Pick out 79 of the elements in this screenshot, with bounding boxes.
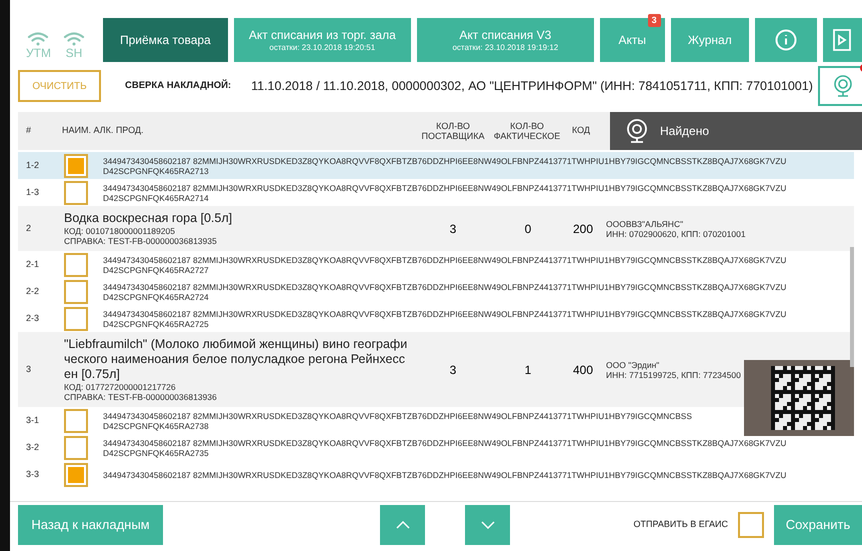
webcam-icon (626, 119, 648, 143)
product-name: Водка воскресная гора [0.5л] (64, 211, 234, 226)
tab[interactable]: Приёмка товара (102, 18, 228, 62)
mark-code: D42SCPGNFQK465RA2725 (103, 318, 209, 328)
row-number: 3-3 (25, 468, 40, 481)
webcam-icon (833, 75, 853, 97)
row-number: 2-3 (25, 312, 40, 325)
product-code-number: 400 (572, 362, 594, 378)
count-badge: 3 (648, 14, 661, 27)
info-icon (774, 29, 797, 51)
chevron-up-icon (396, 521, 410, 529)
invoice-label: СВЕРКА НАКЛАДНОЙ: (125, 78, 232, 93)
row-number: 3 (25, 362, 32, 376)
scrollbar[interactable] (850, 247, 854, 367)
row-number: 2 (25, 222, 32, 235)
certificate-ref: СПРАВКА: TEST-FB-000000036813935 (64, 236, 218, 246)
checkbox[interactable] (64, 180, 88, 204)
status-label: SH (66, 46, 82, 60)
column-header: # (25, 124, 32, 138)
row-number: 2-2 (25, 284, 40, 298)
play-icon (832, 29, 851, 51)
mark-code: D42SCPGNFQK465RA2713 (103, 166, 209, 176)
mark-code: 3449473430458602187 82MMIJH30WRXRUSDKED3Z8QYKOA8RQVVF8QXFBTZB76DDZHPI6EE8NW49OLFBNPZ4413771TWHPIU1HBY79IGCQMNCBSSTKZ8BQAJ7X68GK7VZU (103, 182, 786, 192)
checkbox[interactable] (64, 436, 88, 460)
tab-subtitle: остатки: 23.10.2018 19:19:12 (452, 42, 558, 52)
mark-code: 3449473430458602187 82MMIJH30WRXRUSDKED3Z8QYKOA8RQVVF8QXFBTZB76DDZHPI6EE8NW49OLFBNPZ4413771TWHPIU1HBY79IGCQMNCBSSTKZ8BQAJ7X68GK7VZU (103, 470, 786, 480)
mark-code: D42SCPGNFQK465RA2735 (103, 448, 209, 458)
supplier-tax-ids: ИНН: 7715199725, КПП: 77234500 (606, 370, 741, 380)
supplier-tax-ids: ИНН: 0702900620, КПП: 070201001 (606, 228, 746, 238)
supplier-name: ООО "Эрдин" (606, 360, 660, 370)
status-label: УТМ (26, 46, 51, 60)
checkbox[interactable] (64, 252, 88, 276)
send-checkbox[interactable] (738, 512, 764, 538)
invoice-details: 11.10.2018 / 11.10.2018, 0000000302, АО "ЦЕНТРИНФОРМ" (ИНН: 7841051711, КПП: 770101001) (251, 78, 813, 95)
product-code: КОД: 0010718000001189205 (64, 226, 176, 236)
chevron-down-icon (480, 521, 494, 529)
mark-code: 3449473430458602187 82MMIJH30WRXRUSDKED3Z8QYKOA8RQVVF8QXFBTZB76DDZHPI6EE8NW49OLFBNPZ4413771TWHPIU1HBY79IGCQMNCBSSTKZ8BQAJ7X68GK7VZU (103, 254, 786, 264)
checkbox[interactable] (64, 408, 88, 432)
supplier-name: ОООВВЗ"АЛЬЯНС" (606, 218, 684, 228)
supplier-quantity: 3 (448, 220, 458, 238)
row-number: 1-2 (25, 158, 40, 172)
info-button[interactable] (754, 18, 817, 62)
mark-code: 3449473430458602187 82MMIJH30WRXRUSDKED3Z8QYKOA8RQVVF8QXFBTZB76DDZHPI6EE8NW49OLFBNPZ4413771TWHPIU1HBY79IGCQMNCBSS (103, 410, 692, 420)
row-number: 3-1 (25, 414, 40, 427)
exit-button[interactable] (822, 18, 862, 62)
row-number: 1-3 (25, 186, 40, 199)
send-label: ОТПРАВИТЬ В ЕГАИС (634, 518, 728, 532)
mark-code: D42SCPGNFQK465RA2738 (103, 420, 209, 430)
qr-code-drawing (771, 366, 835, 430)
wifi-icon (62, 32, 85, 46)
checkbox[interactable] (64, 306, 88, 330)
column-header: КОД (570, 124, 592, 138)
table-row[interactable]: 1-2 3449473430458602187 82MMIJH30WRXRUSDKED3Z8QYKOA8RQVVF8QXFBTZB76DDZHPI6EE8NW49OLFBNPZ4413771TWHPIU1HBY79IGCQMNCBSSTKZ8BQAJ7X68GK7VZU D42SCPGNFQK465RA2713 (18, 152, 854, 179)
row-number: 2-1 (25, 258, 40, 271)
mark-code: 3449473430458602187 82MMIJH30WRXRUSDKED3Z8QYKOA8RQVVF8QXFBTZB76DDZHPI6EE8NW49OLFBNPZ4413771TWHPIU1HBY79IGCQMNCBSSTKZ8BQAJ7X68GK7VZU (103, 156, 786, 166)
mark-code: 3449473430458602187 82MMIJH30WRXRUSDKED3Z8QYKOA8RQVVF8QXFBTZB76DDZHPI6EE8NW49OLFBNPZ4413771TWHPIU1HBY79IGCQMNCBSSTKZ8BQAJ7X68GK7VZU (103, 282, 786, 292)
actual-quantity: 1 (524, 362, 532, 378)
column-header: НАИМ. АЛК. ПРОД. (62, 124, 144, 138)
column-header: КОЛ-ВО ФАКТИЧЕСКОЕ (492, 121, 562, 141)
column-header: КОЛ-ВО ПОСТАВЩИКА (420, 121, 486, 141)
mark-code: D42SCPGNFQK465RA2727 (103, 264, 209, 274)
product-name: "Liebfraumilch" (Молоко любимой женщины) вино географи ческого наименоания белое полусладкое регона Рейнхесс ен [0.75л] (64, 337, 408, 382)
supplier-quantity: 3 (448, 362, 458, 378)
checkbox[interactable] (64, 280, 88, 304)
toast: Найдено (610, 112, 862, 150)
product-code-number: 200 (572, 220, 594, 238)
checkbox[interactable] (64, 154, 88, 178)
product-code: КОД: 0177272000001217726 (64, 382, 177, 392)
checkbox[interactable] (64, 462, 88, 486)
row-number: 3-2 (25, 440, 40, 454)
mark-code: 3449473430458602187 82MMIJH30WRXRUSDKED3Z8QYKOA8RQVVF8QXFBTZB76DDZHPI6EE8NW49OLFBNPZ4413771TWHPIU1HBY79IGCQMNCBSSTKZ8BQAJ7X68GK7VZU (103, 308, 786, 318)
tab-subtitle: остатки: 23.10.2018 19:20:51 (269, 42, 376, 52)
wifi-icon (27, 32, 50, 46)
camera-button[interactable] (818, 66, 862, 106)
mark-code: D42SCPGNFQK465RA2724 (103, 292, 209, 302)
certificate-ref: СПРАВКА: TEST-FB-000000036813936 (64, 392, 218, 402)
mark-code: D42SCPGNFQK465RA2714 (103, 192, 209, 202)
mark-code: 3449473430458602187 82MMIJH30WRXRUSDKED3Z8QYKOA8RQVVF8QXFBTZB76DDZHPI6EE8NW49OLFBNPZ4413771TWHPIU1HBY79IGCQMNCBSSTKZ8BQAJ7X68GK7VZU (103, 438, 786, 448)
actual-quantity: 0 (524, 220, 532, 238)
